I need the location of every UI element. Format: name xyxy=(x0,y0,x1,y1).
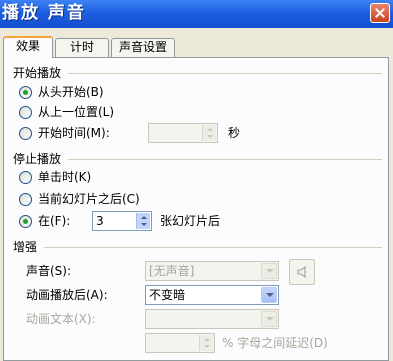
start-group-title: 开始播放 xyxy=(13,66,62,80)
sound-label: 声音(S): xyxy=(26,264,72,278)
after-animation-value: 不变暗 xyxy=(149,288,186,302)
effects-panel: 开始播放 从头开始(B) 从上一位置(L) 开始时间(M): 秒 停止播放 单击… xyxy=(3,57,389,361)
chevron-down-icon[interactable] xyxy=(261,311,277,327)
speaker-icon xyxy=(297,266,306,278)
chevron-down-icon[interactable] xyxy=(261,263,277,279)
tab-sound-settings-label: 声音设置 xyxy=(118,40,167,54)
slides-count-spinner[interactable]: 3 xyxy=(92,211,152,231)
letter-delay-suffix: % 字母之间延迟(D) xyxy=(222,336,328,350)
start-time-spinner[interactable] xyxy=(148,123,218,143)
radio-after-current-slide-label: 当前幻灯片之后(C) xyxy=(38,192,140,206)
radio-from-beginning-label: 从头开始(B) xyxy=(38,85,104,99)
radio-start-time[interactable] xyxy=(19,127,32,140)
spinner-arrows-icon[interactable] xyxy=(202,125,216,141)
enhance-group-title: 增强 xyxy=(13,240,38,254)
radio-after-current-slide[interactable] xyxy=(19,193,32,206)
radio-after-n-slides[interactable] xyxy=(19,215,32,228)
window-title: 播放 声音 xyxy=(2,3,86,23)
letter-delay-spinner[interactable] xyxy=(145,333,215,353)
radio-on-click-label: 单击时(K) xyxy=(38,170,92,184)
tab-sound-settings[interactable]: 声音设置 xyxy=(111,38,175,57)
radio-on-click[interactable] xyxy=(19,171,32,184)
speaker-button[interactable] xyxy=(289,259,315,285)
title-bar: 播放 声音 xyxy=(0,0,393,28)
chevron-down-icon[interactable] xyxy=(261,287,277,303)
enhance-group-divider xyxy=(44,247,382,248)
animate-text-label: 动画文本(X): xyxy=(26,312,96,326)
sound-select[interactable]: [无声音] xyxy=(145,261,279,281)
start-group-divider xyxy=(68,73,382,74)
after-animation-label: 动画播放后(A): xyxy=(26,288,108,302)
radio-from-last-position[interactable] xyxy=(19,106,32,119)
slides-count-value: 3 xyxy=(96,214,104,228)
tab-effects[interactable]: 效果 xyxy=(3,36,53,58)
radio-after-n-slides-label: 在(F): xyxy=(38,214,71,228)
radio-from-last-position-label: 从上一位置(L) xyxy=(38,105,115,119)
seconds-unit: 秒 xyxy=(228,126,241,140)
slides-suffix: 张幻灯片后 xyxy=(160,214,221,228)
spinner-arrows-icon[interactable] xyxy=(199,335,213,351)
tab-timing[interactable]: 计时 xyxy=(55,38,109,57)
radio-start-time-label: 开始时间(M): xyxy=(38,126,110,140)
sound-select-value: [无声音] xyxy=(149,264,195,278)
close-icon[interactable] xyxy=(370,3,390,23)
stop-group-title: 停止播放 xyxy=(13,152,62,166)
tab-timing-label: 计时 xyxy=(69,40,94,54)
spinner-arrows-icon[interactable] xyxy=(136,213,150,229)
dialog-body: 效果 计时 声音设置 开始播放 从头开始(B) 从上一位置(L) 开始时间(M)… xyxy=(0,28,393,361)
stop-group-divider xyxy=(68,159,382,160)
animate-text-select[interactable] xyxy=(145,309,279,329)
radio-from-beginning[interactable] xyxy=(19,86,32,99)
after-animation-select[interactable]: 不变暗 xyxy=(145,285,279,305)
tab-effects-label: 效果 xyxy=(15,39,40,53)
